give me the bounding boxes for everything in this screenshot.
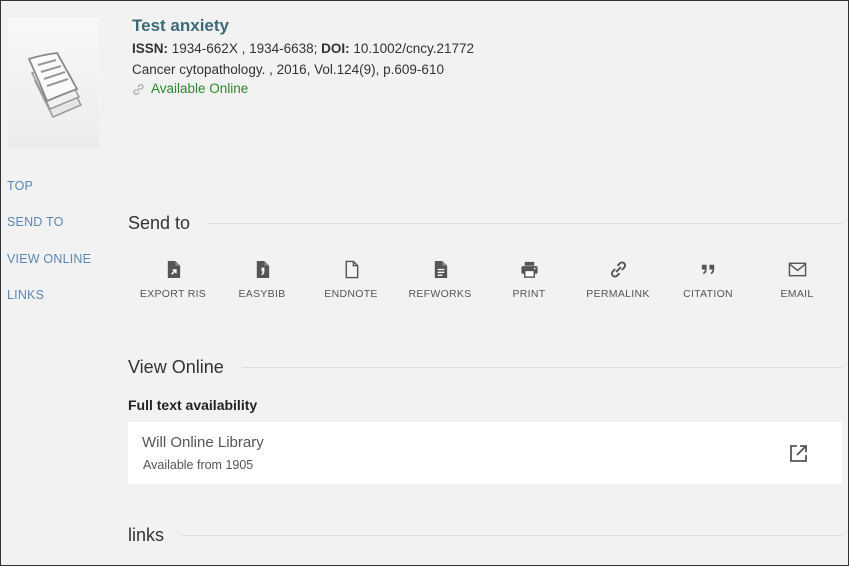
link-icon [133, 83, 144, 95]
refworks-icon [430, 258, 450, 280]
divider [208, 223, 842, 224]
provider-coverage: Available from 1905 [143, 458, 254, 472]
refworks-label: REFWORKS [408, 288, 472, 300]
email-button[interactable]: EMAIL [752, 258, 842, 300]
print-label: PRINT [512, 288, 546, 300]
endnote-button[interactable]: ENDNOTE [306, 258, 396, 300]
easybib-label: EASYBIB [238, 288, 286, 300]
external-link-icon[interactable] [788, 443, 809, 464]
provider-name: Will Online Library [142, 434, 264, 451]
citation-label: CITATION [683, 288, 733, 300]
full-text-availability-heading: Full text availability [128, 397, 258, 413]
permalink-icon [608, 258, 628, 280]
availability-status[interactable]: Available Online [132, 80, 474, 98]
provider-link-card[interactable]: Will Online Library Available from 1905 [128, 422, 842, 484]
doi-label: DOI: [321, 41, 350, 56]
links-title: links [128, 525, 165, 545]
citation-button[interactable]: CITATION [663, 258, 753, 300]
document-icon [27, 51, 82, 118]
nav-top[interactable]: TOP [7, 178, 91, 214]
print-button[interactable]: PRINT [484, 258, 574, 300]
doi-value: 10.1002/cncy.21772 [349, 41, 474, 56]
email-label: EMAIL [780, 288, 814, 300]
nav-links[interactable]: LINKS [7, 287, 91, 323]
links-header: links [128, 525, 842, 546]
issn-label: ISSN: [132, 41, 169, 56]
nav-send-to[interactable]: SEND TO [7, 214, 91, 250]
record-source: Cancer cytopathology. , 2016, Vol.124(9)… [132, 62, 444, 77]
divider [241, 367, 842, 368]
easybib-icon [252, 258, 272, 280]
refworks-button[interactable]: REFWORKS [395, 258, 485, 300]
citation-icon [698, 258, 718, 280]
export-ris-label: EXPORT RIS [139, 288, 207, 300]
availability-label: Available Online [151, 81, 249, 96]
issn-value: 1934-662X , 1934-6638; [168, 41, 322, 56]
record-brief: Test anxiety ISSN: 1934-662X , 1934-6638… [132, 16, 474, 98]
section-nav: TOP SEND TO VIEW ONLINE LINKS [7, 178, 91, 323]
view-online-title: View Online [128, 357, 224, 377]
divider [182, 535, 842, 536]
permalink-label: PERMALINK [586, 288, 650, 300]
view-online-header: View Online [128, 357, 842, 378]
permalink-button[interactable]: PERMALINK [573, 258, 663, 300]
easybib-button[interactable]: EASYBIB [217, 258, 307, 300]
export-ris-button[interactable]: EXPORT RIS [128, 258, 218, 300]
endnote-label: ENDNOTE [324, 288, 378, 300]
record-title-link[interactable]: Test anxiety [132, 16, 474, 36]
send-to-header: Send to [128, 213, 842, 234]
export-ris-icon [163, 258, 183, 280]
record-thumbnail [8, 18, 99, 149]
record-identifiers: ISSN: 1934-662X , 1934-6638; DOI: 10.100… [132, 38, 474, 59]
print-icon [519, 258, 539, 280]
nav-view-online[interactable]: VIEW ONLINE [7, 251, 91, 287]
email-icon [787, 258, 807, 280]
send-to-actions: EXPORT RIS EASYBIB ENDNOTE REFWORKS PRIN… [128, 258, 842, 304]
send-to-title: Send to [128, 213, 191, 233]
endnote-icon [341, 258, 361, 280]
